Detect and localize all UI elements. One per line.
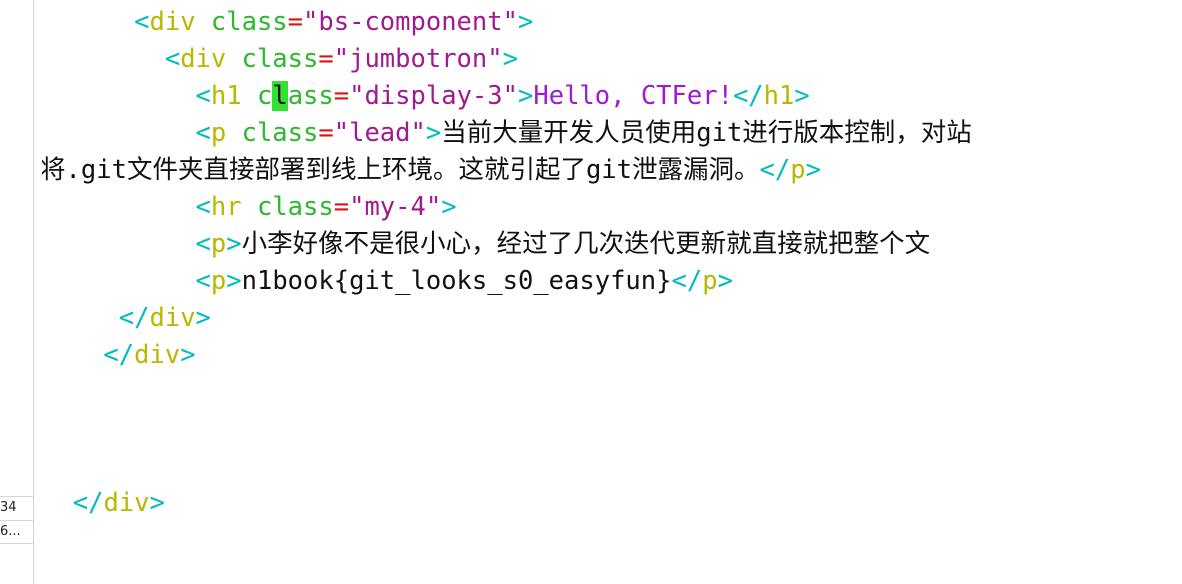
code-line: </div> — [72, 488, 165, 518]
code-viewer-window: 34 6... <div class="bs-component"> <div … — [0, 0, 1182, 584]
text-cursor: l — [272, 81, 288, 111]
left-panel-row[interactable]: 34 — [0, 496, 33, 519]
code-line: <h1 class="display-3">Hello, CTFer!</h1> — [195, 81, 810, 111]
left-panel-row-label: 6... — [0, 524, 21, 539]
code-line: </div> — [118, 303, 211, 333]
left-panel-row[interactable]: 6... — [0, 520, 33, 544]
code-line: 将.git文件夹直接部署到线上环境。这就引起了git泄露漏洞。</p> — [42, 155, 821, 185]
code-line: <div class="jumbotron"> — [164, 44, 518, 74]
code-line: <hr class="my-4"> — [195, 192, 457, 222]
left-panel-row-label: 34 — [0, 500, 17, 515]
code-line: </div> — [103, 340, 196, 370]
code-line: <p class="lead">当前大量开发人员使用git进行版本控制，对站 — [195, 118, 972, 148]
code-line: <p>小李好像不是很小心，经过了几次迭代更新就直接就把整个文 — [195, 229, 931, 259]
code-line: <p>n1book{git_looks_s0_easyfun}</p> — [195, 266, 733, 296]
source-code-area[interactable]: <div class="bs-component"> <div class="j… — [42, 4, 1182, 584]
left-side-panel: 34 6... — [0, 0, 34, 584]
code-line: <div class="bs-component"> — [134, 7, 534, 37]
